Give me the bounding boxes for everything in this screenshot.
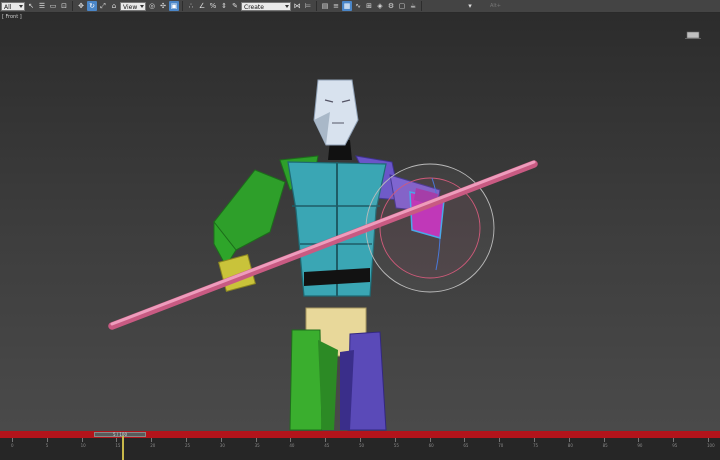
time-ruler[interactable]: 0 5 10 15 20 25 30 35 40 45 50 55 60 65 70 75 80 85 90 95 10…	[0, 438, 720, 460]
curve-editor-icon[interactable]: ∿	[353, 1, 363, 11]
timeline-tick	[603, 438, 605, 442]
schematic-view-icon[interactable]: ⊞	[364, 1, 374, 11]
timeline-tick-label: 40	[289, 443, 295, 448]
timeline-tick-label: 65	[463, 443, 469, 448]
reference-coord-value: View	[123, 3, 138, 11]
timeline-tick	[81, 438, 83, 442]
timeline-tick	[12, 438, 13, 442]
rendered-frame-window-icon[interactable]: ▢	[397, 1, 407, 11]
timeline-tick-label: 0	[11, 443, 14, 448]
toolbar-divider	[72, 1, 73, 11]
angle-snap-icon[interactable]: ∠	[197, 1, 207, 11]
toolbar-divider	[316, 1, 317, 11]
named-selection-dropdown[interactable]: Create Selection Se	[241, 1, 291, 20]
timeline-tick	[394, 438, 396, 442]
timeline-tick-label: 95	[672, 443, 678, 448]
render-production-icon[interactable]: ☕	[408, 1, 418, 11]
front-viewport[interactable]: [ Front ]	[0, 13, 720, 431]
reference-coord-dropdown[interactable]: View	[120, 1, 146, 11]
timeline-tick-label: 85	[602, 443, 608, 448]
timeline-tick-label: 10	[80, 443, 86, 448]
timeline-tick	[325, 438, 327, 442]
select-place-icon[interactable]: ⌂	[109, 1, 119, 11]
timeline-tick-label: 100	[707, 443, 715, 448]
timeline-tick	[673, 438, 675, 442]
timeline-tick	[360, 438, 361, 442]
select-by-name-icon[interactable]: ☰	[37, 1, 47, 11]
timeline-tick	[638, 438, 640, 442]
timeline-tick	[46, 438, 48, 442]
time-slider[interactable]: 5 / 100	[94, 432, 146, 437]
playhead[interactable]	[122, 436, 124, 460]
selection-filter-value: All	[4, 3, 12, 11]
toolbar-divider	[421, 1, 422, 11]
mirror-icon[interactable]: ⋈	[292, 1, 302, 11]
timeline-tick	[464, 438, 466, 442]
main-toolbar: All ↖ ☰ ▭ ⊡ ✥ ↻ ⤢ ⌂ View ◎ ✣ ▣ ∴ ∠ % ⇕ ✎…	[0, 0, 720, 20]
timeline-tick-label: 45	[324, 443, 330, 448]
material-editor-icon[interactable]: ◈	[375, 1, 385, 11]
timeline-tick-label: 20	[150, 443, 156, 448]
use-pivot-center-icon[interactable]: ◎	[147, 1, 157, 11]
workspace-menu-icon[interactable]: ▾	[465, 1, 475, 11]
leg-left[interactable]	[289, 329, 323, 431]
scene-canvas[interactable]	[0, 13, 720, 431]
select-manipulate-icon[interactable]: ✣	[158, 1, 168, 11]
timeline-tick	[220, 438, 222, 442]
leg-right[interactable]	[347, 331, 387, 431]
timeline-tick	[534, 438, 535, 442]
timeline-tick-label: 30	[219, 443, 225, 448]
timeline-tick-label: 75	[533, 443, 539, 448]
workspace-label: Alt+	[490, 3, 501, 9]
timeline-tick	[708, 438, 709, 442]
timeline-tick-label: 15	[115, 443, 121, 448]
percent-snap-icon[interactable]: %	[208, 1, 218, 11]
timeline-tick-label: 80	[567, 443, 573, 448]
timeline-tick	[568, 438, 570, 442]
toolbar-divider	[182, 1, 183, 11]
timeline-tick-label: 70	[498, 443, 504, 448]
timeline-tick	[116, 438, 118, 442]
timeline-tick-label: 60	[428, 443, 434, 448]
timeline-tick	[290, 438, 292, 442]
timeline-tick	[255, 438, 257, 442]
timeline-tick-label: 90	[637, 443, 643, 448]
select-move-icon[interactable]: ✥	[76, 1, 86, 11]
timeline-tick-label: 25	[185, 443, 191, 448]
timeline-tick-label: 50	[359, 443, 365, 448]
toggle-layer-explorer-icon[interactable]: ≡	[331, 1, 341, 11]
timeline-tick-label: 55	[393, 443, 399, 448]
time-slider-label: 5 / 100	[112, 432, 128, 437]
toggle-ribbon-icon[interactable]: ▦	[342, 1, 352, 11]
keyboard-shortcut-override-icon[interactable]: ▣	[169, 1, 179, 11]
timeline-tick-label: 5	[45, 443, 49, 448]
timeline-tick-label: 35	[254, 443, 260, 448]
head[interactable]	[313, 79, 359, 146]
timeline-tick	[429, 438, 431, 442]
timeline-tick	[499, 438, 501, 442]
select-object-icon[interactable]: ↖	[26, 1, 36, 11]
snaps-toggle-icon[interactable]: ∴	[186, 1, 196, 11]
timeline-tick	[151, 438, 153, 442]
window-crossing-icon[interactable]: ⊡	[59, 1, 69, 11]
select-scale-icon[interactable]: ⤢	[98, 1, 108, 11]
rectangular-selection-icon[interactable]: ▭	[48, 1, 58, 11]
spinner-snap-icon[interactable]: ⇕	[219, 1, 229, 11]
select-rotate-icon[interactable]: ↻	[87, 1, 97, 11]
timeline-tick	[186, 438, 187, 442]
edit-named-selection-icon[interactable]: ✎	[230, 1, 240, 11]
align-icon[interactable]: ⊨	[303, 1, 313, 11]
selection-filter-dropdown[interactable]: All	[1, 1, 25, 11]
toggle-scene-explorer-icon[interactable]: ▤	[320, 1, 330, 11]
render-setup-icon[interactable]: ⚙	[386, 1, 396, 11]
